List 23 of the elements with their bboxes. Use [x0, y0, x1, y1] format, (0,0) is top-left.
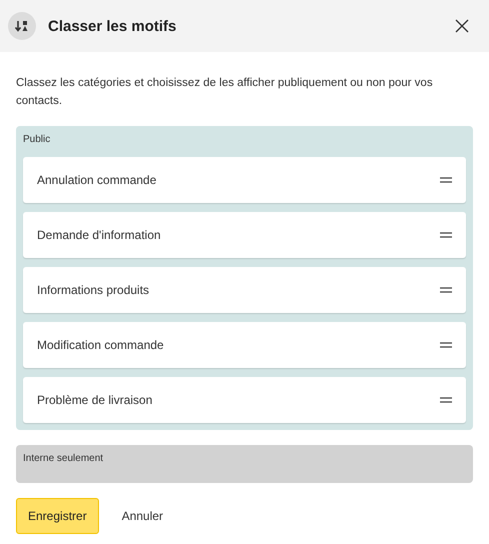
item-label: Modification commande	[37, 338, 164, 352]
sort-icon	[8, 12, 36, 40]
drag-handle-icon[interactable]	[440, 232, 452, 238]
cancel-button[interactable]: Annuler	[110, 498, 174, 534]
drag-handle-icon[interactable]	[440, 342, 452, 348]
item-label: Demande d'information	[37, 228, 161, 242]
drag-handle-icon[interactable]	[440, 397, 452, 403]
close-icon[interactable]	[455, 19, 469, 33]
drag-handle-icon[interactable]	[440, 177, 452, 183]
category-item[interactable]: Annulation commande	[23, 157, 466, 203]
category-item[interactable]: Demande d'information	[23, 212, 466, 258]
category-item[interactable]: Problème de livraison	[23, 377, 466, 423]
drag-handle-icon[interactable]	[440, 287, 452, 293]
dialog-title: Classer les motifs	[48, 18, 178, 34]
panel-label: Public	[23, 134, 50, 145]
item-label: Informations produits	[37, 283, 150, 297]
description: Classez les catégories et choisissez de les afficher publiquement ou non pour vos contacts.	[16, 76, 434, 109]
category-item[interactable]: Informations produits	[23, 267, 466, 313]
item-label: Annulation commande	[37, 173, 156, 187]
item-label: Problème de livraison	[37, 393, 152, 407]
panel-label: Interne seulement	[23, 453, 104, 464]
category-item[interactable]: Modification commande	[23, 322, 466, 368]
save-button[interactable]: Enregistrer	[16, 498, 99, 534]
